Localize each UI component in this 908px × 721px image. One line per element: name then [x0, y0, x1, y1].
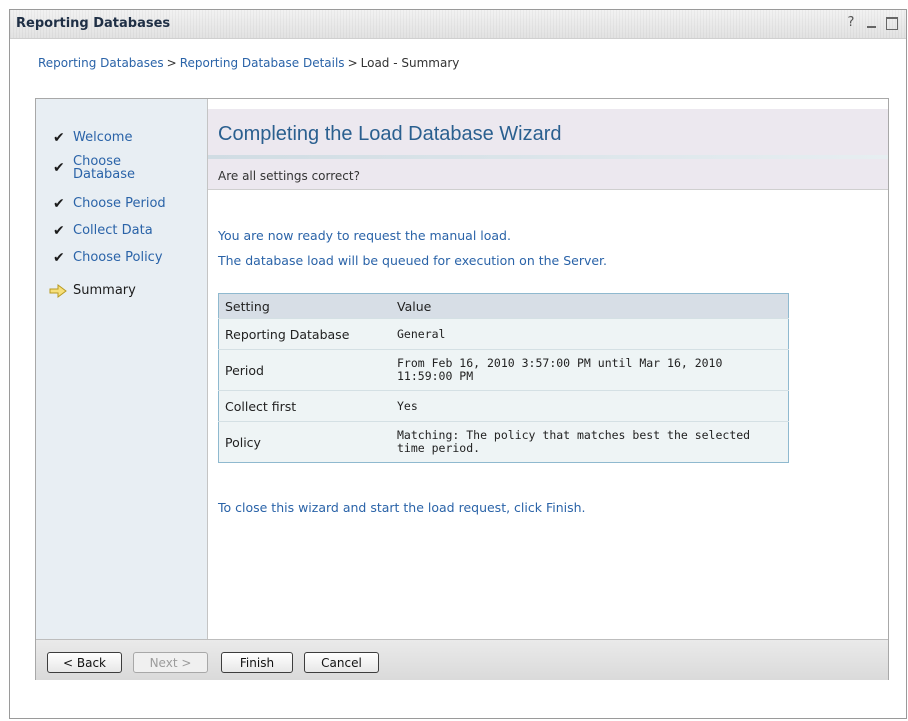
minimize-icon[interactable]: [865, 16, 879, 30]
settings-question: Are all settings correct?: [218, 169, 360, 183]
breadcrumb-reporting-databases[interactable]: Reporting Databases: [38, 56, 164, 70]
next-button[interactable]: Next >: [133, 652, 208, 673]
breadcrumb-separator: >: [166, 56, 177, 70]
breadcrumb-separator: >: [347, 56, 358, 70]
setting-cell: Period: [218, 349, 391, 391]
setting-cell: Collect first: [218, 390, 391, 422]
load-database-wizard: ✔ Welcome ✔ Choose Database ✔ Choose Per…: [35, 98, 889, 680]
wizard-header: Completing the Load Database Wizard Are …: [208, 109, 888, 190]
step-choose-period[interactable]: ✔ Choose Period: [53, 197, 166, 211]
help-icon[interactable]: ?: [844, 16, 858, 30]
maximize-icon[interactable]: [886, 17, 898, 30]
checkmark-icon: ✔: [53, 196, 65, 212]
value-cell: General: [391, 318, 789, 350]
value-cell: From Feb 16, 2010 3:57:00 PM until Mar 1…: [391, 349, 789, 391]
table-row: Reporting Database General: [218, 318, 789, 350]
back-button[interactable]: < Back: [47, 652, 122, 673]
step-choose-policy[interactable]: ✔ Choose Policy: [53, 251, 163, 265]
setting-cell: Reporting Database: [218, 318, 391, 350]
title-divider: [208, 155, 888, 159]
setting-cell: Policy: [218, 421, 391, 463]
step-label: Summary: [73, 283, 136, 298]
table-header-row: Setting Value: [218, 293, 789, 319]
value-cell: Matching: The policy that matches best t…: [391, 421, 789, 463]
finish-hint: To close this wizard and start the load …: [218, 500, 586, 515]
table-row: Collect first Yes: [218, 390, 789, 422]
checkmark-icon: ✔: [53, 223, 65, 239]
wizard-title: Completing the Load Database Wizard: [218, 123, 562, 145]
step-welcome[interactable]: ✔ Welcome: [53, 131, 132, 145]
breadcrumb-current: Load - Summary: [360, 56, 460, 70]
reporting-databases-portlet: Reporting Databases ? Reporting Database…: [9, 9, 907, 719]
checkmark-icon: ✔: [53, 250, 65, 266]
checkmark-icon: ✔: [53, 160, 65, 176]
queue-message: The database load will be queued for exe…: [218, 253, 608, 268]
finish-button[interactable]: Finish: [221, 652, 293, 673]
title-bar: Reporting Databases ?: [10, 10, 906, 39]
current-step-arrow-icon: [49, 284, 67, 298]
step-label: Choose Period: [73, 196, 166, 211]
value-cell: Yes: [391, 390, 789, 422]
step-label: Choose Database: [73, 154, 136, 182]
settings-summary-table: Setting Value Reporting Database General…: [218, 293, 789, 463]
step-label: Welcome: [73, 130, 133, 145]
step-label: Collect Data: [73, 223, 153, 238]
breadcrumb: Reporting Databases > Reporting Database D…: [38, 56, 459, 70]
step-choose-database[interactable]: ✔ Choose Database: [53, 155, 143, 181]
column-header-setting: Setting: [218, 293, 391, 319]
breadcrumb-reporting-database-details[interactable]: Reporting Database Details: [180, 56, 345, 70]
wizard-button-bar: < Back Next > Finish Cancel: [36, 639, 888, 680]
table-row: Policy Matching: The policy that matches…: [218, 421, 789, 463]
wizard-steps-sidebar: ✔ Welcome ✔ Choose Database ✔ Choose Per…: [36, 99, 208, 639]
step-summary: Summary: [49, 283, 136, 298]
table-row: Period From Feb 16, 2010 3:57:00 PM unti…: [218, 349, 789, 391]
wizard-content: Completing the Load Database Wizard Are …: [208, 99, 888, 639]
window-title: Reporting Databases: [16, 16, 171, 31]
ready-message: You are now ready to request the manual …: [218, 228, 511, 243]
column-header-value: Value: [391, 293, 789, 319]
step-collect-data[interactable]: ✔ Collect Data: [53, 224, 153, 238]
window-controls: ?: [844, 16, 898, 30]
step-label: Choose Policy: [73, 250, 163, 265]
cancel-button[interactable]: Cancel: [304, 652, 379, 673]
checkmark-icon: ✔: [53, 130, 65, 146]
